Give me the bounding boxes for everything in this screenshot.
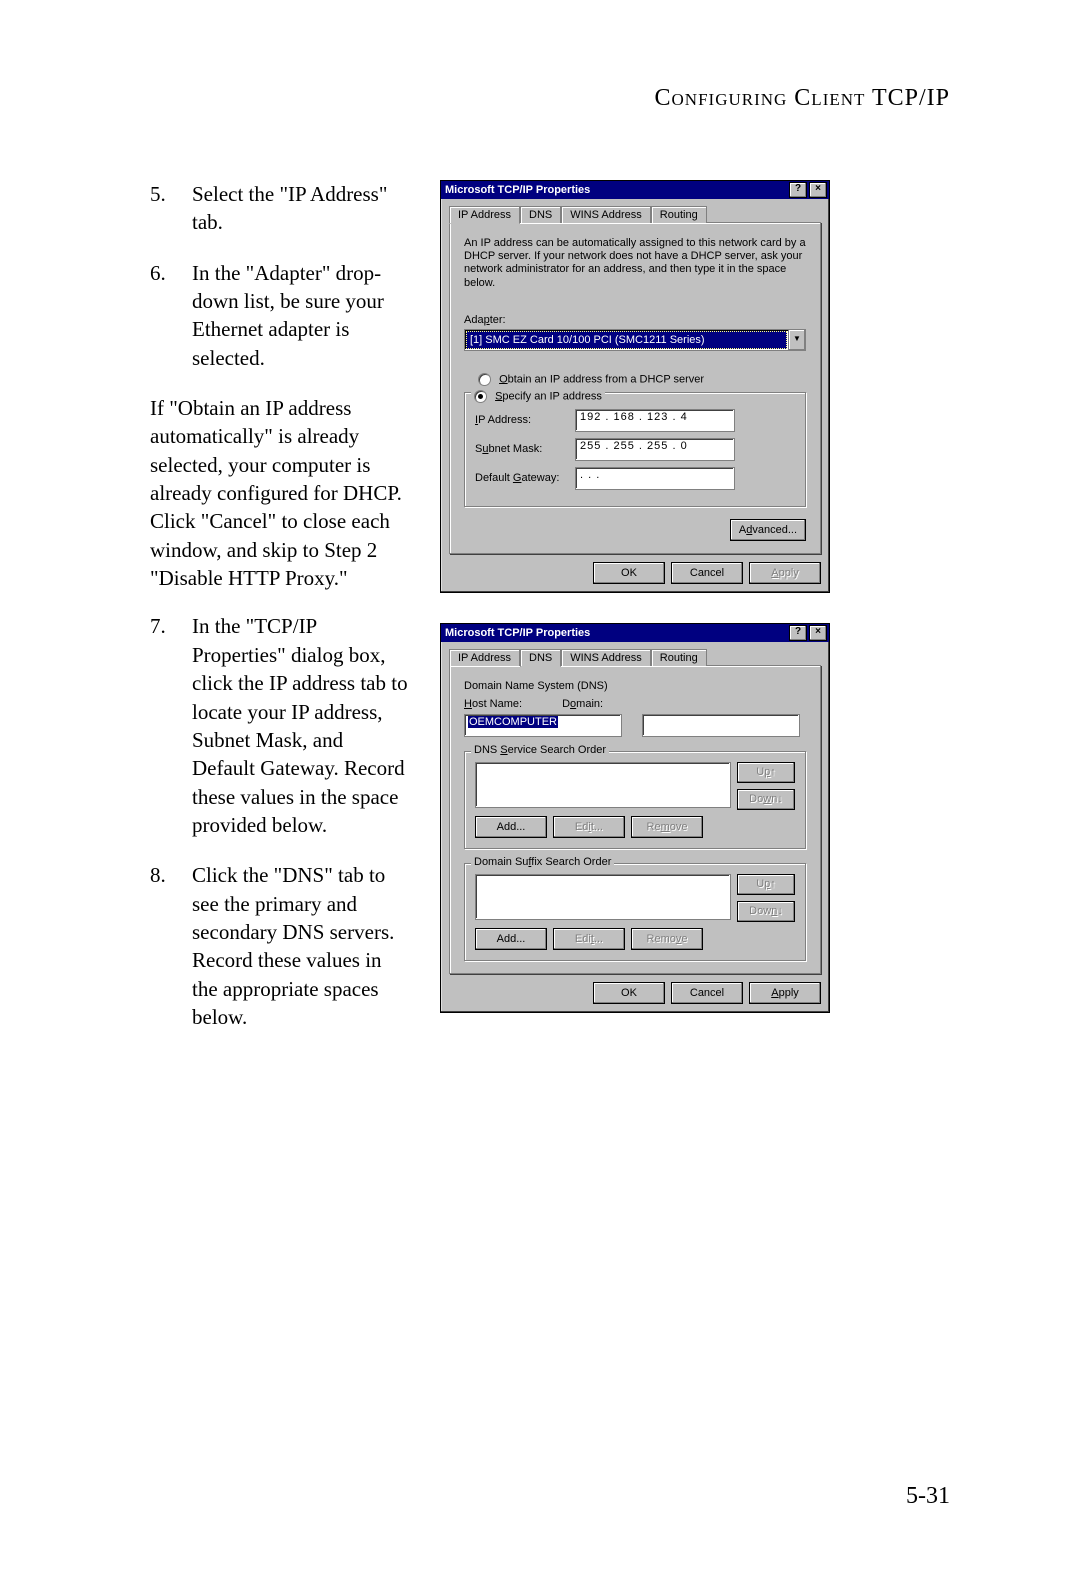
dialog-title: Microsoft TCP/IP Properties [445,627,787,639]
help-icon[interactable]: ? [789,625,807,641]
paragraph-dhcp-note: If "Obtain an IP address automatically" … [150,394,410,592]
tcpip-properties-dialog-dns: Microsoft TCP/IP Properties ? × IP Addre… [440,623,830,1013]
step-number: 8. [150,861,192,1031]
remove-button[interactable]: Remove [631,816,703,838]
tab-ip-address[interactable]: IP Address [449,649,520,666]
add-button[interactable]: Add... [475,928,547,950]
domain-suffix-listbox[interactable] [475,874,731,920]
radio-specify-ip[interactable]: Specify an IP address [471,390,605,403]
dns-search-order-group: DNS Service Search Order Up↑ Down↓ Add..… [464,751,806,849]
instruction-column: 5. Select the "IP Address" tab. 6. In th… [150,180,410,1053]
domain-label: Domain: [562,698,603,710]
tab-strip: IP Address DNS WINS Address Routing [449,206,821,223]
cancel-button[interactable]: Cancel [671,562,743,584]
step-7: 7. In the "TCP/IP Properties" dialog box… [150,612,410,839]
dns-servers-listbox[interactable] [475,762,731,808]
default-gateway-input[interactable]: . . . [575,467,735,490]
radio-obtain-dhcp[interactable]: Obtain an IP address from a DHCP server [478,373,806,386]
ip-address-input[interactable]: 192 . 168 . 123 . 4 [575,409,735,432]
tab-wins[interactable]: WINS Address [561,206,651,223]
apply-button[interactable]: Apply [749,562,821,584]
ok-button[interactable]: OK [593,982,665,1004]
tab-strip: IP Address DNS WINS Address Routing [449,649,821,666]
host-name-input[interactable]: OEMCOMPUTER [464,714,622,737]
step-6: 6. In the "Adapter" drop-down list, be s… [150,259,410,372]
adapter-label: Adapter: [464,314,806,326]
edit-button[interactable]: Edit... [553,816,625,838]
host-name-label: Host Name: [464,698,522,710]
tab-wins[interactable]: WINS Address [561,649,651,666]
page-number: 5-31 [906,1483,950,1510]
ok-button[interactable]: OK [593,562,665,584]
group-legend: DNS Service Search Order [471,744,609,756]
apply-button[interactable]: Apply [749,982,821,1004]
tab-routing[interactable]: Routing [651,649,707,666]
down-button[interactable]: Down↓ [737,789,795,810]
help-icon[interactable]: ? [789,182,807,198]
tab-routing[interactable]: Routing [651,206,707,223]
close-icon[interactable]: × [809,625,827,641]
subnet-mask-label: Subnet Mask: [475,443,575,455]
radio-icon [474,390,487,403]
dialog-title: Microsoft TCP/IP Properties [445,184,787,196]
step-number: 6. [150,259,192,372]
tab-ip-address[interactable]: IP Address [449,206,520,224]
tcpip-properties-dialog-ip: Microsoft TCP/IP Properties ? × IP Addre… [440,180,830,593]
tab-pane-dns: Domain Name System (DNS) Host Name: Doma… [449,665,821,974]
step-text: Click the "DNS" tab to see the primary a… [192,861,410,1031]
step-5: 5. Select the "IP Address" tab. [150,180,410,237]
titlebar: Microsoft TCP/IP Properties ? × [441,624,829,642]
dns-heading: Domain Name System (DNS) [464,680,806,692]
titlebar: Microsoft TCP/IP Properties ? × [441,181,829,199]
ip-address-label: IP Address: [475,414,575,426]
group-legend: Domain Suffix Search Order [471,856,614,868]
cancel-button[interactable]: Cancel [671,982,743,1004]
advanced-button[interactable]: Advanced... [730,519,806,541]
edit-button[interactable]: Edit... [553,928,625,950]
step-text: In the "Adapter" drop-down list, be sure… [192,259,410,372]
specify-ip-group: Specify an IP address IP Address: 192 . … [464,392,806,507]
radio-icon [478,373,491,386]
step-number: 5. [150,180,192,237]
up-button[interactable]: Up↑ [737,874,795,895]
down-button[interactable]: Down↓ [737,901,795,922]
up-button[interactable]: Up↑ [737,762,795,783]
chevron-down-icon[interactable]: ▼ [788,330,805,350]
subnet-mask-input[interactable]: 255 . 255 . 255 . 0 [575,438,735,461]
adapter-selected-value: [1] SMC EZ Card 10/100 PCI (SMC1211 Seri… [466,331,787,349]
close-icon[interactable]: × [809,182,827,198]
adapter-dropdown[interactable]: [1] SMC EZ Card 10/100 PCI (SMC1211 Seri… [464,329,806,351]
tab-dns[interactable]: DNS [520,206,561,223]
radio-label: Specify an IP address [495,390,602,402]
step-number: 7. [150,612,192,839]
step-8: 8. Click the "DNS" tab to see the primar… [150,861,410,1031]
running-head: Configuring Client TCP/IP [150,85,950,112]
remove-button[interactable]: Remove [631,928,703,950]
tab-dns[interactable]: DNS [520,649,561,667]
default-gateway-label: Default Gateway: [475,472,575,484]
step-text: In the "TCP/IP Properties" dialog box, c… [192,612,410,839]
step-text: Select the "IP Address" tab. [192,180,410,237]
description-text: An IP address can be automatically assig… [464,237,806,290]
radio-label: Obtain an IP address from a DHCP server [499,373,704,385]
domain-suffix-group: Domain Suffix Search Order Up↑ Down↓ Add… [464,863,806,961]
add-button[interactable]: Add... [475,816,547,838]
domain-input[interactable] [642,714,800,737]
tab-pane-ip: An IP address can be automatically assig… [449,222,821,554]
